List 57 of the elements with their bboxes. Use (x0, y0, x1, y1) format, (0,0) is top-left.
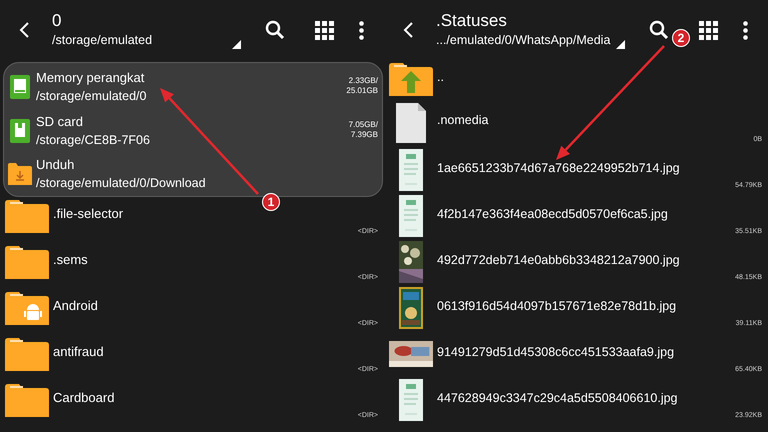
grid-icon (698, 20, 718, 40)
up-folder-icon (389, 62, 433, 96)
storage-used: 7.05GB/ (348, 120, 378, 130)
folder-name[interactable]: .sems (53, 250, 88, 270)
file-name[interactable]: .nomedia (437, 111, 488, 130)
storage-path: /storage/CE8B-7F06 (36, 132, 150, 148)
folder-icon (5, 200, 49, 232)
storage-name: Memory perangkat (36, 68, 146, 87)
file-name[interactable]: 1ae6651233b74d67a768e2249952b714.jpg (437, 158, 680, 178)
number-badge: 1 (262, 193, 280, 211)
sd-card-icon (10, 118, 30, 142)
file-name[interactable]: 447628949c3347c29c4a5d5508406610.jpg (437, 388, 678, 408)
file-name[interactable]: 4f2b147e363f4ea08ecd5d0570ef6ca5.jpg (437, 204, 668, 224)
number-badge: 2 (672, 29, 690, 47)
folder-icon (5, 338, 49, 370)
file-name[interactable]: .. (437, 68, 444, 86)
more-button[interactable] (740, 18, 750, 42)
back-icon (18, 21, 30, 39)
folder-icon (5, 384, 49, 416)
search-icon (649, 20, 669, 40)
search-icon (265, 20, 285, 40)
dropdown-icon (616, 40, 625, 49)
file-name[interactable]: 0613f916d54d4097b157671e82e78d1b.jpg (437, 296, 676, 316)
file-icon (396, 102, 426, 142)
storage-icon (10, 74, 30, 99)
grid-view-button[interactable] (312, 18, 336, 42)
back-icon (402, 21, 414, 39)
folder-path[interactable]: /storage/emulated (52, 31, 252, 49)
storage-total: 7.39GB (350, 130, 378, 140)
folder-name[interactable]: .file-selector (53, 204, 124, 224)
storage-total: 25.01GB (346, 86, 378, 96)
more-icon (742, 20, 748, 40)
folder-icon (5, 246, 49, 278)
folder-name[interactable]: Cardboard (53, 388, 114, 408)
storage-item[interactable]: SD card /storage/CE8B-7F06 7.05GB/ 7.39GB (4, 108, 382, 152)
storage-item[interactable]: Memory perangkat /storage/emulated/0 2.33GB/ 25.01GB (4, 65, 382, 109)
download-folder-icon (8, 163, 32, 186)
more-icon (358, 20, 364, 40)
storage-path: /storage/emulated/0/Download (36, 175, 206, 192)
search-button[interactable] (649, 20, 669, 40)
grid-view-button[interactable] (696, 18, 720, 42)
dropdown-icon (232, 40, 241, 49)
folder-path[interactable]: .../emulated/0/WhatsApp/Media (436, 31, 636, 49)
storage-name: Unduh (36, 156, 76, 174)
folder-name[interactable]: antifraud (53, 342, 104, 362)
more-button[interactable] (356, 18, 366, 42)
grid-icon (314, 20, 334, 40)
folder-title: .Statuses (436, 11, 508, 31)
file-name[interactable]: 91491279d51d45308c6cc451533aafa9.jpg (437, 342, 674, 362)
folder-title: 0 (52, 11, 62, 31)
storage-used: 2.33GB/ (348, 76, 378, 86)
storage-path: /storage/emulated/0 (36, 88, 146, 105)
file-name[interactable]: 492d772deb714e0abb6b3348212a7900.jpg (437, 250, 680, 270)
storage-name: SD card (36, 112, 84, 130)
android-folder-icon (5, 292, 49, 324)
search-button[interactable] (265, 20, 285, 40)
folder-name[interactable]: Android (53, 296, 98, 316)
